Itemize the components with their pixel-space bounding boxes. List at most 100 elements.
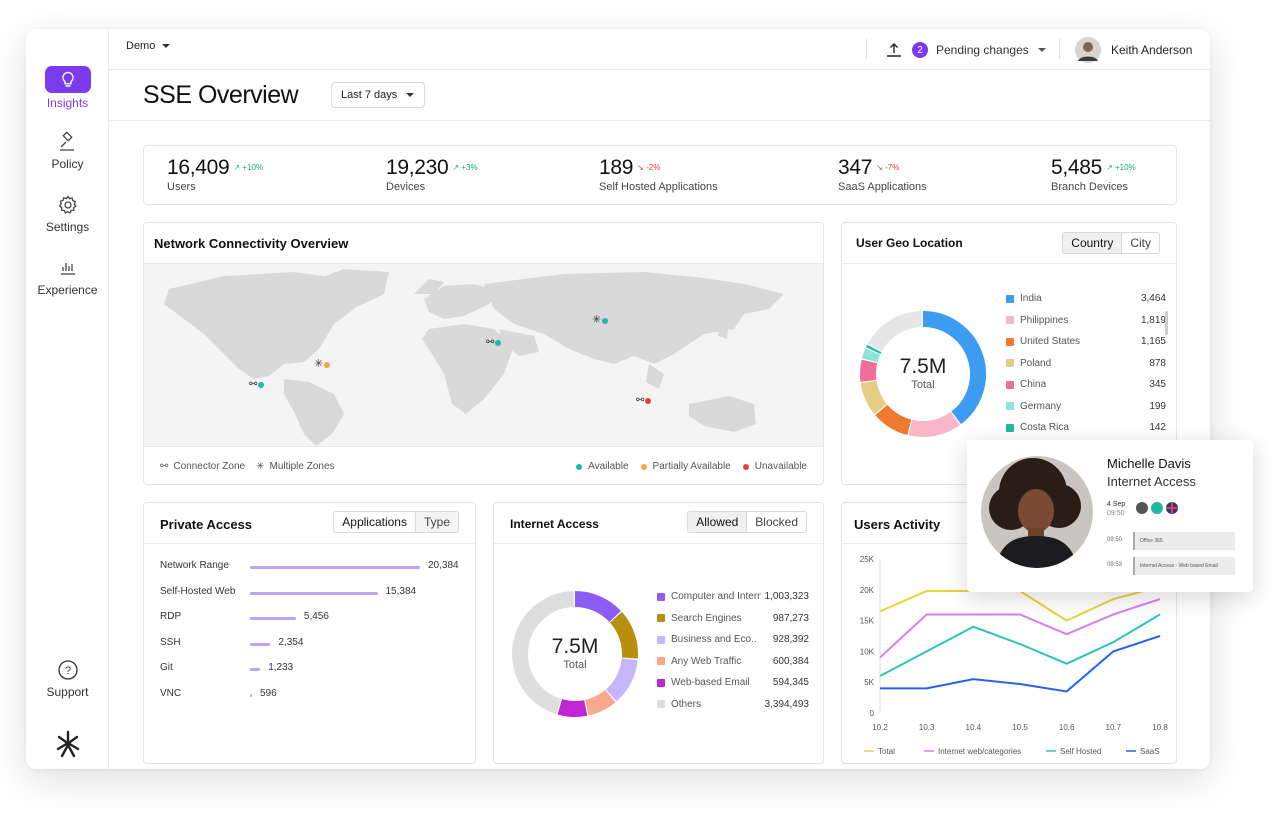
donut-segment[interactable] [908,411,961,437]
geo-legend-row[interactable]: United States 1,165 [1006,336,1166,347]
divider [494,543,823,544]
pending-label: Pending changes [936,43,1029,57]
tab-applications[interactable]: Applications [334,512,416,532]
legend-swatch [657,678,665,687]
series-line[interactable] [879,598,1161,659]
private-access-row[interactable]: Network Range 20,384 [160,560,460,574]
internet-category-value: 594,345 [772,677,809,688]
sidebar-item-insights[interactable]: Insights [26,66,109,110]
trend-down-icon: ↘ [637,163,647,172]
internet-legend-row[interactable]: Others 3,394,493 [657,699,809,710]
support-button[interactable]: ? Support [26,659,109,699]
stat-change-value: +10% [242,163,264,172]
legend-partial: Partially Available [652,461,731,472]
donut-segment[interactable] [867,311,923,352]
scrollbar-thumb[interactable] [1165,311,1168,335]
tab-blocked[interactable]: Blocked [747,512,806,532]
internet-access-card: Internet Access Allowed Blocked 7.5M Tot… [493,502,824,764]
tab-type[interactable]: Type [415,512,458,532]
trend-up-icon: ↗ [1106,163,1115,172]
private-access-row[interactable]: Self-Hosted Web 15,384 [160,586,460,600]
x-tick-label: 10.2 [872,723,888,732]
geo-legend-row[interactable]: China 345 [1006,379,1166,390]
private-access-row[interactable]: SSH 2,354 [160,637,460,651]
geo-legend-row[interactable]: Costa Rica 142 [1006,422,1166,433]
pending-count-badge: 2 [912,42,928,58]
geo-legend-row[interactable]: Germany 199 [1006,401,1166,412]
workspace-selector[interactable]: Demo [126,40,171,52]
y-tick-label: 20K [860,586,875,595]
internet-category-value: 987,273 [772,612,809,624]
geo-country-name: Costa Rica [1020,422,1069,433]
private-access-row[interactable]: Git 1,233 [160,662,460,676]
map-marker-connector-zone[interactable]: ⚯ [486,332,501,350]
gear-icon [58,195,77,214]
stat-change: ↘ -7% [876,163,899,172]
legend-multiple-zones: Multiple Zones [269,461,335,472]
x-tick-label: 10.6 [1059,723,1075,732]
stat-value: 189 [599,156,634,179]
private-access-bar [250,617,296,620]
date-range-select[interactable]: Last 7 days [331,82,426,108]
geo-legend-row[interactable]: Philippines 1,819 [1006,315,1166,326]
help-circle-icon: ? [57,660,78,680]
card-title: Users Activity [854,517,941,532]
donut-segment[interactable] [584,689,616,716]
sidebar-item-policy[interactable]: Policy [26,131,109,171]
series-line[interactable] [879,613,1161,677]
internet-legend-row[interactable]: Search Engines 987,273 [657,613,809,624]
map-marker-connector-zone[interactable]: ⚯ [636,390,651,408]
donut-segment[interactable] [574,591,622,623]
user-name: Keith Anderson [1111,43,1193,57]
partial-dot-icon [640,463,647,470]
pending-changes-button[interactable]: 2 Pending changes [885,41,1047,59]
internet-legend-row[interactable]: Computer and Intern.. 1,003,323 [657,591,809,602]
internet-legend-row[interactable]: Web-based Email 594,345 [657,677,809,688]
geo-country-name: United States [1020,336,1081,347]
stat-change: ↗ +3% [452,163,477,172]
divider [144,543,475,544]
geo-legend-row[interactable]: Poland 878 [1006,358,1166,369]
tab-city[interactable]: City [1122,233,1159,253]
private-access-row[interactable]: RDP 5,456 [160,611,460,625]
geo-country-name: Philippines [1020,314,1069,326]
chevron-down-icon [162,44,171,48]
upload-icon [887,43,901,57]
private-access-value: 1,233 [268,662,294,673]
event-bar-1[interactable]: Office 365 [1133,532,1235,550]
stat-label: Users [167,181,196,193]
map-marker-multiple-zones[interactable]: ✳ [592,310,608,328]
user-menu[interactable]: Keith Anderson [1075,37,1192,63]
internet-category-value: 600,384 [772,655,809,667]
world-map[interactable]: ⚯ ✳ ⚯ ✳ ⚯ [144,263,823,447]
donut-segment[interactable] [875,404,912,436]
donut-segment[interactable] [865,344,882,355]
event-bar-2[interactable]: Internet Access · Web based Email [1133,557,1235,575]
internet-category-name: Web-based Email [671,677,750,688]
internet-category-name: Business and Eco.. [671,634,757,645]
stat-change: ↘ -2% [637,163,660,172]
geo-legend-row[interactable]: India 3,464 [1006,293,1166,304]
x-tick-label: 10.7 [1106,723,1122,732]
stat-label: Branch Devices [1051,181,1129,193]
sidebar-item-experience[interactable]: Experience [26,257,109,297]
stat-change-value: -7% [885,163,900,172]
geo-country-value: 1,165 [1140,336,1166,347]
geo-country-value: 1,819 [1140,314,1166,326]
map-marker-multiple-zones[interactable]: ✳ [314,354,330,372]
internet-legend-row[interactable]: Any Web Traffic 600,384 [657,656,809,667]
stat-value: 16,409 [167,156,230,179]
x-tick-label: 10.3 [919,723,935,732]
private-access-name: Network Range [160,560,229,571]
sidebar-item-settings[interactable]: Settings [26,194,109,234]
internet-legend-row[interactable]: Business and Eco.. 928,392 [657,634,809,645]
geo-country-value: 3,464 [1140,293,1166,304]
map-marker-connector-zone[interactable]: ⚯ [249,374,264,392]
tab-country[interactable]: Country [1063,233,1123,253]
internet-category-value: 1,003,323 [764,591,810,602]
private-access-row[interactable]: VNC 596 [160,688,460,702]
status-legend: Available Partially Available Unavailabl… [576,461,807,472]
legend-swatch [1006,402,1014,410]
donut-segment[interactable] [557,699,588,717]
tab-allowed[interactable]: Allowed [688,512,748,532]
